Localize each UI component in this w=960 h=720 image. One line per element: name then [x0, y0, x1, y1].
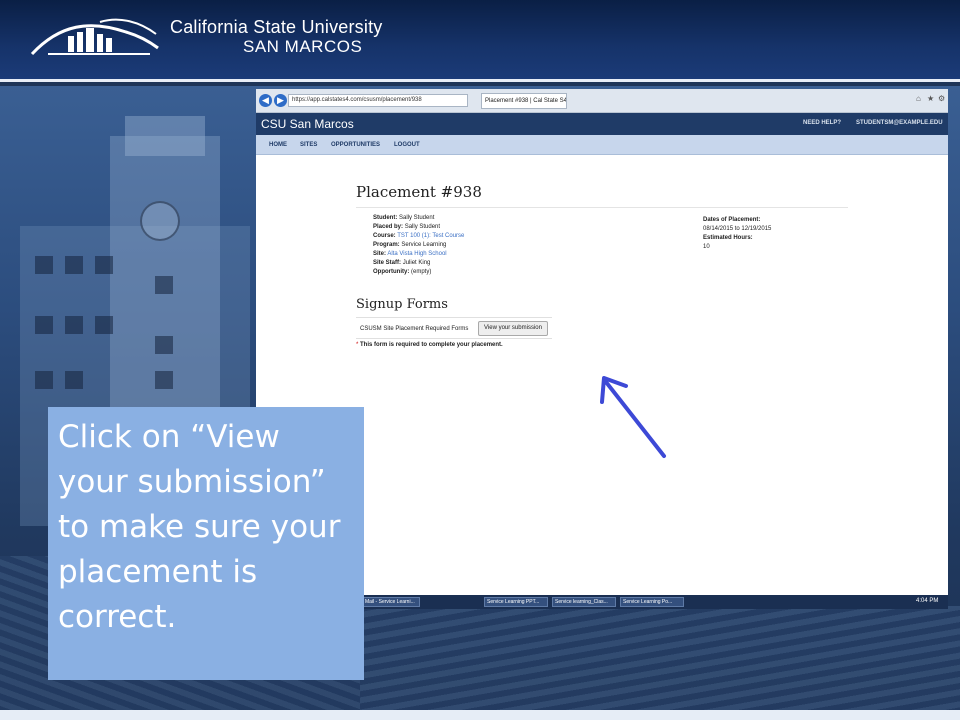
detail-opportunity: Opportunity: (empty) [373, 269, 432, 275]
view-submission-button[interactable]: View your submission [478, 321, 548, 336]
taskbar-item[interactable]: Service Learning PPT... [484, 597, 548, 607]
user-account-link[interactable]: STUDENTSM@EXAMPLE.EDU [856, 120, 943, 126]
detail-site: Site: Alta Vista High School [373, 251, 447, 257]
site-link[interactable]: Alta Vista High School [387, 251, 446, 257]
stairs-shape [360, 606, 960, 720]
taskbar-item[interactable]: Mail - Service Learni... [362, 597, 420, 607]
taskbar-clock: 4:04 PM [916, 598, 939, 604]
tower-top-shape [125, 116, 205, 156]
detail-student: Student: Sally Student [373, 215, 435, 221]
form-row: CSUSM Site Placement Required Forms View… [356, 317, 552, 339]
window-shape [155, 336, 173, 354]
taskbar-item[interactable]: Service learning_Clas... [552, 597, 616, 607]
nav-opportunities[interactable]: OPPORTUNITIES [331, 142, 380, 148]
site-topbar: CSU San Marcos NEED HELP? STUDENTSM@EXAM… [256, 113, 948, 135]
slide-bottom-border [0, 710, 960, 720]
clock-icon [140, 201, 180, 241]
taskbar-item[interactable]: Service Learning Po... [620, 597, 684, 607]
form-name: CSUSM Site Placement Required Forms [360, 326, 469, 332]
window-shape [35, 316, 53, 334]
browser-chrome: ◀ ▶ https://app.calstates4.com/csusm/pla… [256, 89, 948, 113]
need-help-link[interactable]: NEED HELP? [803, 120, 841, 126]
window-shape [95, 256, 113, 274]
window-shape [95, 316, 113, 334]
university-name: California State University [170, 17, 383, 37]
gear-icon[interactable]: ⚙ [938, 94, 945, 103]
university-campus: SAN MARCOS [243, 37, 363, 56]
window-shape [155, 371, 173, 389]
nav-home[interactable]: HOME [269, 142, 287, 148]
window-shape [65, 256, 83, 274]
divider [356, 207, 848, 208]
slide-header: California State University SAN MARCOS [0, 0, 960, 82]
detail-course: Course: TST 100 (1): Test Course [373, 233, 465, 239]
signup-forms-heading: Signup Forms [356, 297, 448, 312]
dates-value: 08/14/2015 to 12/19/2015 [703, 226, 772, 232]
course-link[interactable]: TST 100 (1): Test Course [397, 233, 464, 239]
university-logo-icon [30, 18, 159, 56]
forward-icon[interactable]: ▶ [274, 94, 287, 107]
home-icon[interactable]: ⌂ [916, 94, 921, 103]
detail-site-staff: Site Staff: Juliet King [373, 260, 431, 266]
hours-value: 10 [703, 244, 710, 250]
back-icon[interactable]: ◀ [259, 94, 272, 107]
browser-tab[interactable]: Placement #938 | Cal State S4 [481, 93, 567, 109]
nav-logout[interactable]: LOGOUT [394, 142, 420, 148]
page-title: Placement #938 [356, 183, 482, 201]
dates-label: Dates of Placement: [703, 217, 761, 223]
detail-program: Program: Service Learning [373, 242, 447, 248]
star-icon[interactable]: ★ [927, 94, 934, 103]
hours-label: Estimated Hours: [703, 235, 753, 241]
callout-text: Click on “View your submission” to make … [58, 419, 341, 635]
window-shape [155, 276, 173, 294]
window-shape [65, 316, 83, 334]
nav-sites[interactable]: SITES [300, 142, 317, 148]
address-bar[interactable]: https://app.calstates4.com/csusm/placeme… [288, 94, 468, 107]
site-brand[interactable]: CSU San Marcos [261, 117, 354, 131]
site-nav: HOME SITES OPPORTUNITIES LOGOUT [256, 135, 948, 155]
window-shape [65, 371, 83, 389]
window-shape [35, 371, 53, 389]
pointer-arrow-icon [600, 376, 666, 458]
instruction-callout: Click on “View your submission” to make … [48, 407, 364, 680]
required-note: * This form is required to complete your… [356, 342, 503, 348]
window-shape [35, 256, 53, 274]
detail-placed-by: Placed by: Sally Student [373, 224, 441, 230]
